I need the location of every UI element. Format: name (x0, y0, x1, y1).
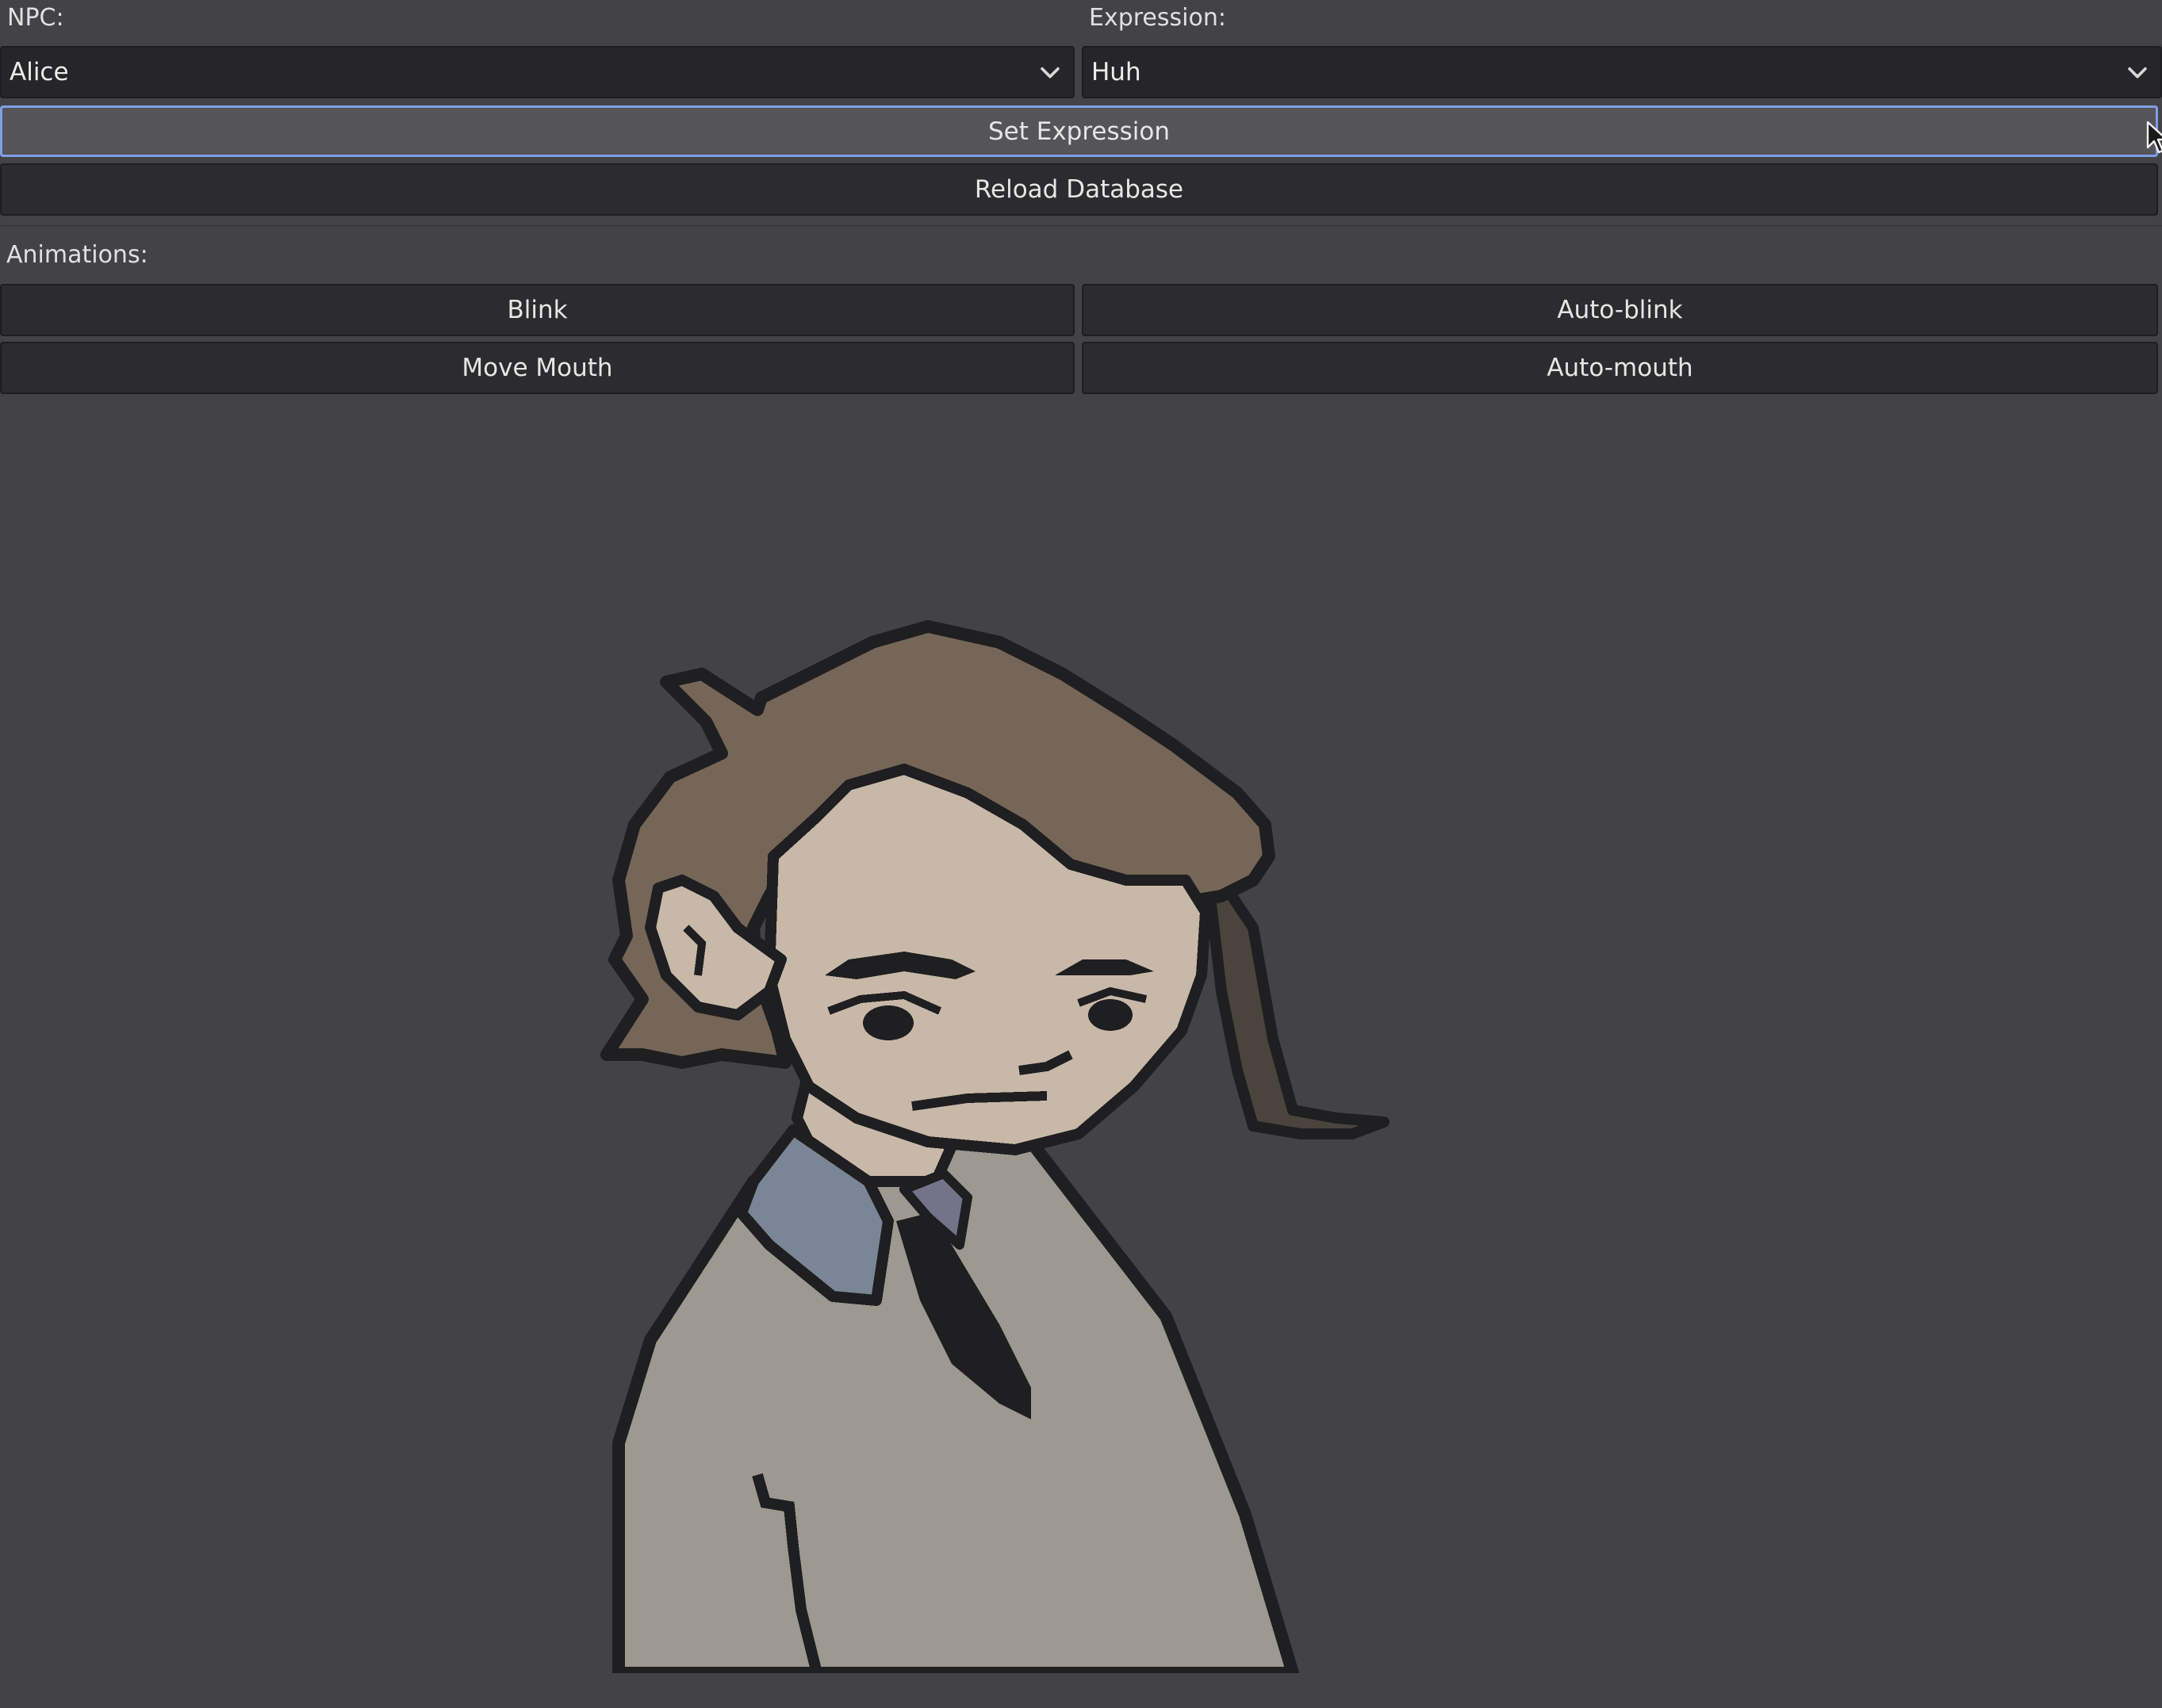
blink-button[interactable]: Blink (0, 284, 1075, 336)
right-eye (1088, 999, 1133, 1031)
expression-label: Expression: (1089, 4, 1226, 32)
animations-label: Animations: (6, 241, 148, 269)
expression-select-value: Huh (1091, 58, 1141, 86)
set-expression-button[interactable]: Set Expression (0, 105, 2158, 157)
mouse-cursor-icon (2146, 121, 2162, 154)
reload-database-button[interactable]: Reload Database (0, 163, 2158, 216)
npc-select-value: Alice (10, 58, 69, 86)
section-divider (0, 225, 2162, 227)
npc-select[interactable]: Alice (0, 46, 1075, 98)
npc-portrait (600, 620, 1390, 1673)
move-mouth-button[interactable]: Move Mouth (0, 342, 1075, 394)
auto-blink-button[interactable]: Auto-blink (1082, 284, 2158, 336)
left-eye (863, 1005, 914, 1040)
expression-select[interactable]: Huh (1082, 46, 2162, 98)
chevron-down-icon (1041, 67, 1060, 79)
auto-mouth-button[interactable]: Auto-mouth (1082, 342, 2158, 394)
back-hair (1200, 851, 1390, 1139)
chevron-down-icon (2128, 67, 2147, 79)
npc-label: NPC: (7, 4, 64, 32)
